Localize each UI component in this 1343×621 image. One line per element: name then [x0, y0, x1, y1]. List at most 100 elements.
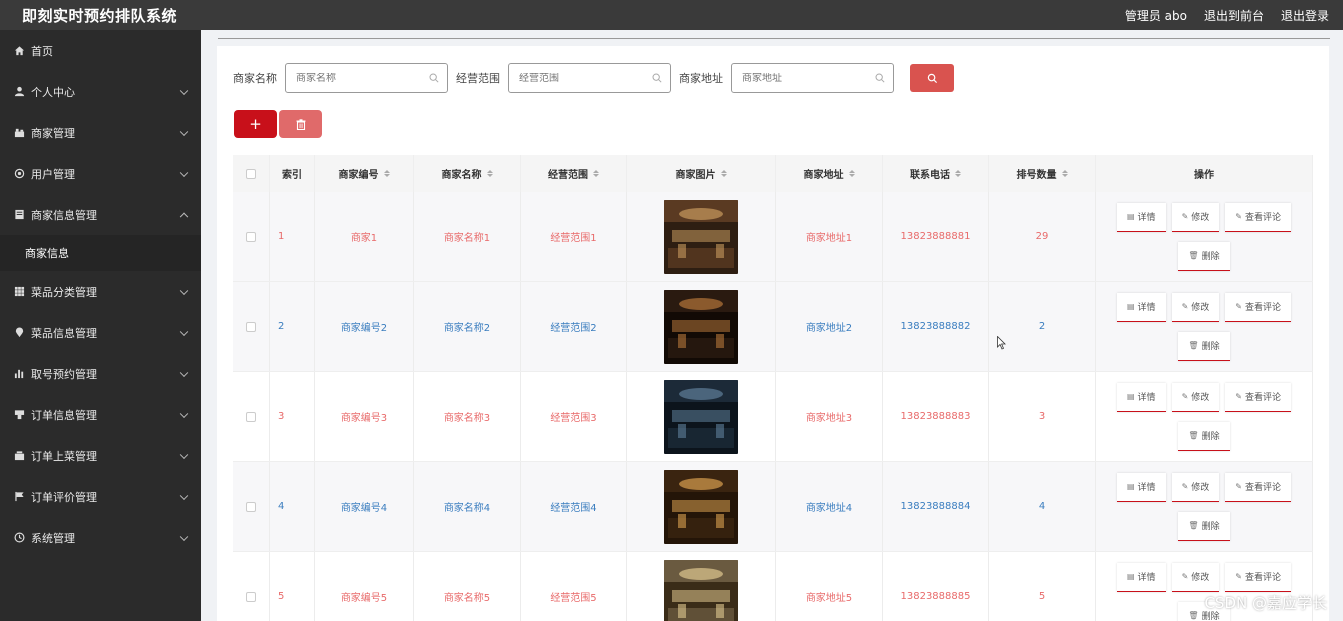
sidebar-item-serving[interactable]: 订单上菜管理 [0, 435, 201, 476]
chevron-down-icon [179, 286, 189, 295]
row-checkbox[interactable] [246, 321, 256, 332]
cup-icon [14, 409, 25, 420]
detail-button[interactable]: ▤ 详情 [1116, 562, 1166, 592]
trash-icon: 🗑 [1188, 611, 1199, 620]
sidebar-item-merchant[interactable]: 商家管理 [0, 112, 201, 153]
header-count[interactable]: 排号数量 [989, 155, 1096, 192]
header-scope[interactable]: 经营范围 [521, 155, 627, 192]
merchant-image[interactable] [664, 559, 738, 621]
cell-image [627, 192, 776, 281]
cell-count: 29 [989, 192, 1096, 281]
detail-button[interactable]: ▤ 详情 [1116, 472, 1166, 502]
sidebar-item-merchant-info[interactable]: 商家信息管理 [0, 194, 201, 235]
tray-icon [14, 450, 25, 461]
batch-delete-button[interactable] [279, 110, 322, 138]
delete-button[interactable]: 🗑 删除 [1178, 241, 1230, 271]
detail-button[interactable]: ▤ 详情 [1116, 382, 1166, 412]
chevron-down-icon [179, 327, 189, 336]
cell-name: 商家名称3 [414, 372, 521, 461]
row-checkbox[interactable] [246, 231, 256, 242]
sidebar-item-dish-category[interactable]: 菜品分类管理 [0, 271, 201, 312]
search-button[interactable] [910, 64, 954, 92]
edit-button[interactable]: ✎ 修改 [1171, 292, 1220, 322]
cell-name: 商家名称4 [414, 462, 521, 551]
merchant-image[interactable] [664, 289, 738, 364]
cell-address: 商家地址5 [776, 552, 883, 621]
detail-button[interactable]: ▤ 详情 [1116, 202, 1166, 232]
sidebar-subitem-merchant-info[interactable]: 商家信息 [0, 235, 201, 271]
location-icon [14, 327, 25, 338]
address-field[interactable] [731, 63, 894, 93]
table-row: 1 商家1 商家名称1 经营范围1 商家地址1 13823888881 29 ▤… [233, 192, 1313, 282]
cell-phone: 13823888881 [883, 192, 989, 281]
cell-code: 商家编号5 [315, 552, 414, 621]
header-address[interactable]: 商家地址 [776, 155, 883, 192]
chevron-down-icon [179, 127, 189, 136]
select-all-checkbox[interactable] [246, 168, 256, 179]
row-checkbox[interactable] [246, 411, 256, 422]
cell-name: 商家名称1 [414, 192, 521, 281]
add-button[interactable]: + [234, 110, 277, 138]
table-row: 5 商家编号5 商家名称5 经营范围5 商家地址5 13823888885 5 … [233, 552, 1313, 621]
sidebar-item-reviews[interactable]: 订单评价管理 [0, 476, 201, 517]
search-label-name: 商家名称 [233, 72, 277, 85]
table-header: 索引 商家编号 商家名称 经营范围 商家图片 商家地址 联系电话 排号数量 操作 [233, 155, 1313, 192]
merchant-image[interactable] [664, 379, 738, 454]
cell-image [627, 462, 776, 551]
row-checkbox[interactable] [246, 591, 256, 602]
merchant-name-field[interactable] [285, 63, 448, 93]
merchant-image[interactable] [664, 469, 738, 544]
header-code[interactable]: 商家编号 [315, 155, 414, 192]
header-name[interactable]: 商家名称 [414, 155, 521, 192]
trash-icon: 🗑 [1188, 431, 1199, 440]
sort-icon [593, 170, 599, 177]
edit-button[interactable]: ✎ 修改 [1171, 472, 1220, 502]
delete-button[interactable]: 🗑 删除 [1178, 421, 1230, 451]
app-title: 即刻实时预约排队系统 [22, 6, 178, 25]
address-input[interactable] [742, 72, 867, 84]
view-reviews-button[interactable]: ✎ 查看评论 [1225, 202, 1291, 232]
search-icon [927, 73, 937, 83]
sidebar-item-queue[interactable]: 取号预约管理 [0, 353, 201, 394]
sort-icon [383, 170, 390, 177]
header-image[interactable]: 商家图片 [627, 155, 776, 192]
merchant-image[interactable] [664, 199, 738, 274]
sidebar-item-users[interactable]: 用户管理 [0, 153, 201, 194]
back-to-front-link[interactable]: 退出到前台 [1204, 7, 1264, 24]
clock-icon [14, 532, 25, 543]
cell-count: 5 [989, 552, 1096, 621]
detail-button[interactable]: ▤ 详情 [1116, 292, 1166, 322]
scope-input[interactable] [519, 72, 644, 84]
logout-link[interactable]: 退出登录 [1281, 7, 1329, 24]
cell-address: 商家地址1 [776, 192, 883, 281]
sidebar-item-profile[interactable]: 个人中心 [0, 71, 201, 112]
chevron-down-icon [179, 168, 189, 177]
cell-scope: 经营范围2 [521, 282, 627, 371]
sidebar-item-system[interactable]: 系统管理 [0, 517, 201, 558]
edit-button[interactable]: ✎ 修改 [1171, 202, 1220, 232]
cell-count: 3 [989, 372, 1096, 461]
merchant-name-input[interactable] [296, 72, 421, 84]
cell-phone: 13823888882 [883, 282, 989, 371]
scope-field[interactable] [508, 63, 671, 93]
chevron-down-icon [179, 86, 189, 95]
view-reviews-button[interactable]: ✎ 查看评论 [1225, 562, 1291, 592]
sidebar-item-dish-info[interactable]: 菜品信息管理 [0, 312, 201, 353]
view-reviews-button[interactable]: ✎ 查看评论 [1225, 382, 1291, 412]
sidebar-item-orders[interactable]: 订单信息管理 [0, 394, 201, 435]
search-label-scope: 经营范围 [456, 72, 500, 85]
edit-button[interactable]: ✎ 修改 [1171, 382, 1220, 412]
view-reviews-button[interactable]: ✎ 查看评论 [1225, 292, 1291, 322]
row-checkbox[interactable] [246, 501, 256, 512]
edit-icon: ✎ [1235, 482, 1242, 491]
chevron-down-icon [179, 368, 189, 377]
delete-button[interactable]: 🗑 删除 [1178, 511, 1230, 541]
edit-button[interactable]: ✎ 修改 [1171, 562, 1220, 592]
cell-image [627, 372, 776, 461]
header-phone[interactable]: 联系电话 [883, 155, 989, 192]
mouse-cursor-icon [997, 336, 1006, 350]
sidebar-item-home[interactable]: 首页 [0, 30, 201, 71]
delete-button[interactable]: 🗑 删除 [1178, 331, 1230, 361]
cell-index: 3 [270, 372, 315, 461]
view-reviews-button[interactable]: ✎ 查看评论 [1225, 472, 1291, 502]
